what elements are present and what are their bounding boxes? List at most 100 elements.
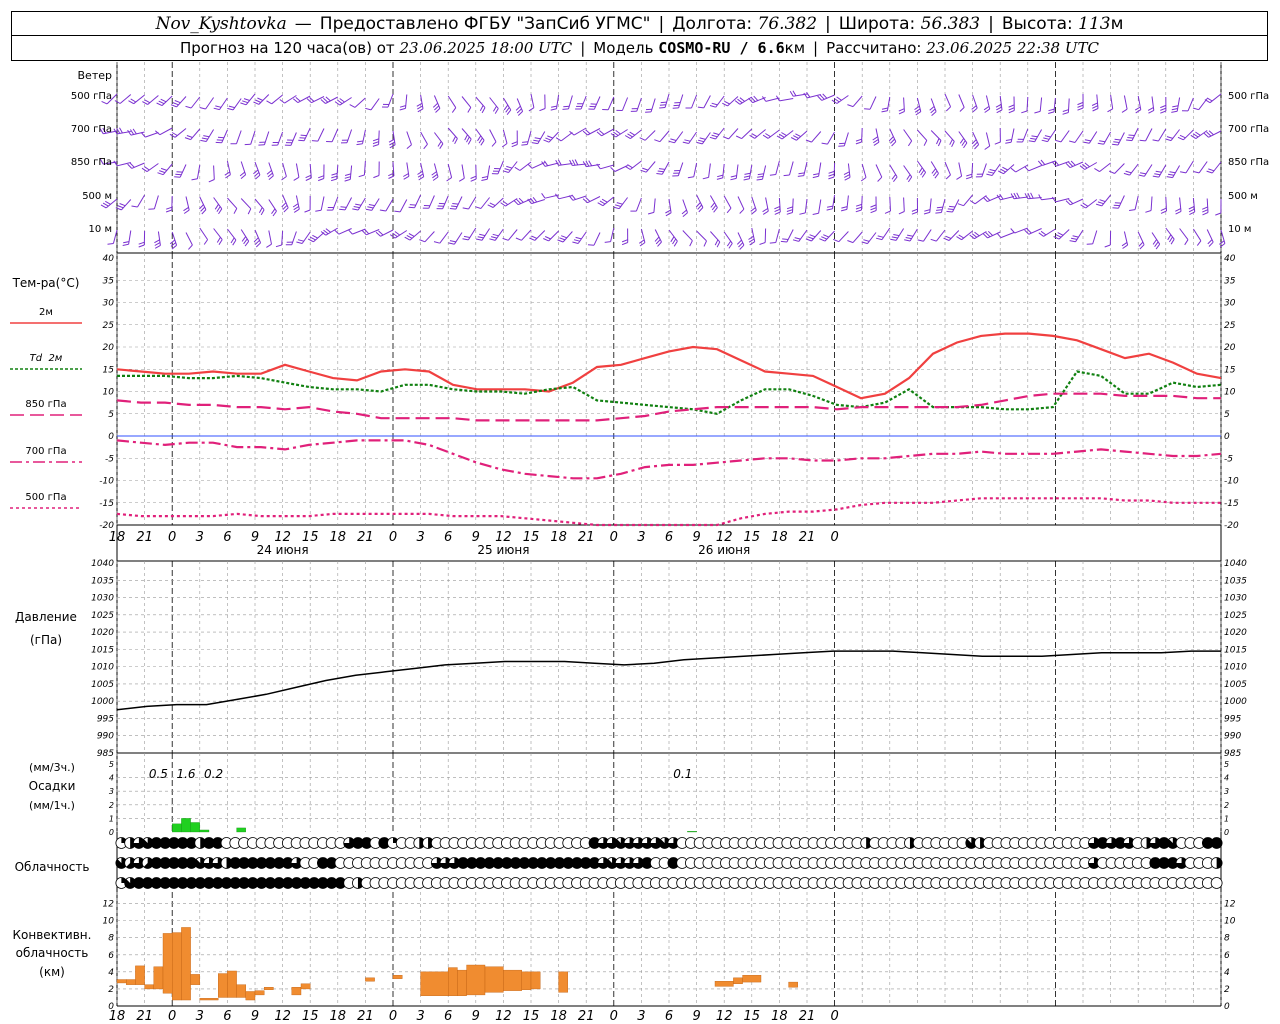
wind-feather-1-120-2 (1208, 130, 1214, 136)
wind-feather-1-7.5-1 (171, 132, 178, 136)
hour-label-bottom-12: 6 (444, 1009, 452, 1024)
wind-feather-1-10.5-0 (200, 139, 207, 142)
cloud-title: Облачность (15, 860, 90, 874)
wind-barb-3-10.5 (213, 197, 223, 210)
wind-feather-0-64.5-0 (697, 106, 704, 109)
wind-barb-1-112.5 (1145, 128, 1153, 142)
wind-feather-1-75-1 (793, 135, 799, 139)
wind-feather-4-96-0 (982, 233, 988, 239)
wind-feather-4-81-0 (847, 240, 854, 244)
wind-feather-3-33-1 (409, 204, 416, 206)
wind-feather-4-112.5-1 (1154, 241, 1159, 247)
wind-feather-2-19.5-0 (293, 176, 300, 181)
wind-feather-4-72-0 (769, 242, 776, 244)
wind-feather-2-79.5-0 (844, 176, 851, 181)
wind-feather-3-42-0 (487, 204, 494, 208)
wind-feather-1-84-2 (888, 136, 894, 142)
wind-level-500m-right: 500 м (1228, 191, 1258, 202)
wind-feather-3-81-0 (855, 209, 862, 213)
wind-feather-3-0-0 (100, 204, 107, 209)
wind-barb-0-40.5 (489, 97, 499, 109)
wind-barb-3-34.5 (428, 195, 435, 209)
press-ytick-right-3: 1000 (1224, 697, 1247, 707)
wind-barb-2-108 (1099, 162, 1111, 172)
wind-feather-3-27-0 (352, 208, 359, 211)
wind-feather-4-52.5-0 (587, 244, 595, 246)
conv-ytick-left-3: 6 (108, 951, 114, 961)
press-ytick-right-0: 985 (1224, 749, 1241, 759)
wind-barb-2-58.5 (645, 161, 656, 173)
wind-feather-3-70.5-1 (762, 208, 768, 213)
wind-feather-4-103.5-0 (1053, 236, 1060, 240)
wind-barb-0-91.5 (958, 94, 965, 108)
wind-barb-2-7.5 (179, 164, 187, 178)
wind-feather-4-114-0 (1170, 238, 1175, 245)
wind-feather-3-6-1 (166, 206, 173, 210)
wind-barb-4-42 (494, 228, 504, 241)
hour-label-top-12: 6 (444, 530, 452, 545)
wind-feather-1-118.5-1 (1192, 133, 1199, 138)
wind-feather-3-82.5-2 (870, 204, 877, 208)
wind-feather-0-48-1 (550, 105, 558, 108)
wind-feather-3-55.5-2 (616, 202, 623, 205)
wind-feather-3-66-0 (726, 207, 732, 214)
wind-feather-2-100.5-0 (1024, 166, 1030, 172)
wind-feather-1-109.5-2 (1114, 138, 1121, 141)
wind-barb-4-73.5 (786, 229, 794, 243)
wind-barb-1-49.5 (560, 132, 573, 142)
wind-feather-1-43.5-1 (511, 141, 518, 145)
wind-barb-1-7.5 (174, 128, 187, 138)
wind-barb-2-84 (889, 164, 898, 178)
wind-barb-2-4.5 (146, 163, 159, 173)
wind-feather-3-72-1 (774, 208, 781, 213)
wind-barb-1-57 (630, 129, 642, 139)
wind-feather-4-63-0 (703, 240, 707, 247)
wind-feather-2-75-0 (797, 175, 804, 177)
wind-barb-1-36 (447, 127, 458, 139)
wind-feather-0-115.5-2 (1172, 105, 1179, 108)
wind-feather-1-45-1 (522, 141, 529, 143)
press-ytick-left-10: 1035 (91, 576, 114, 586)
wind-barb-1-100.5 (1034, 129, 1043, 142)
wind-feather-1-36-1 (452, 136, 457, 142)
wind-barb-4-21 (301, 231, 311, 244)
wind-feather-3-51-1 (571, 194, 576, 200)
wind-feather-4-67.5-0 (739, 244, 745, 250)
wind-barb-4-37.5 (453, 232, 463, 245)
wind-barb-3-67.5 (737, 196, 745, 210)
wind-barb-0-117 (1187, 97, 1194, 112)
wind-feather-0-25.5-0 (334, 101, 341, 106)
wind-feather-0-60-2 (660, 101, 667, 104)
cloud-symbol-2-125 (1210, 877, 1223, 889)
wind-feather-4-33-1 (406, 234, 413, 239)
conv-ytick-left-5: 10 (103, 917, 115, 927)
wind-feather-2-22.5-0 (318, 178, 324, 182)
conv-bar-0 (116, 979, 127, 984)
wind-barb-4-82.5 (867, 232, 877, 244)
wind-feather-4-45-0 (515, 237, 522, 241)
wind-barb-2-3 (131, 162, 145, 169)
wind-barb-4-84 (881, 227, 891, 240)
day-label-2: 26 июня (698, 543, 750, 557)
hour-label-bottom-3: 3 (196, 1009, 204, 1024)
wind-level-700hpa-left: 700 гПа (71, 124, 112, 135)
wind-barb-4-97.5 (1000, 232, 1015, 239)
wind-feather-2-67.5-1 (730, 175, 737, 178)
precip-ytick-left-2: 2 (109, 801, 114, 810)
wind-feather-4-58.5-2 (654, 236, 660, 242)
wind-feather-4-58.5-1 (655, 239, 661, 245)
wind-feather-0-15-0 (240, 102, 247, 106)
wind-feather-4-58.5-0 (657, 241, 662, 247)
wind-barb-4-61.5 (682, 230, 693, 242)
hour-label-top-10: 0 (389, 530, 397, 545)
conv-bar-4 (153, 966, 164, 990)
wind-feather-3-100.5-0 (1024, 193, 1029, 199)
wind-feather-3-27-1 (353, 206, 360, 209)
wind-barb-1-12 (221, 129, 228, 144)
wind-feather-0-4.5-1 (144, 99, 151, 104)
wind-feather-3-42-1 (489, 202, 496, 207)
wind-feather-2-79.5-1 (844, 174, 850, 178)
wind-feather-4-78-1 (821, 236, 827, 240)
wind-barb-0-49.5 (568, 95, 573, 110)
precip-label-1: 1.6 (176, 767, 195, 781)
